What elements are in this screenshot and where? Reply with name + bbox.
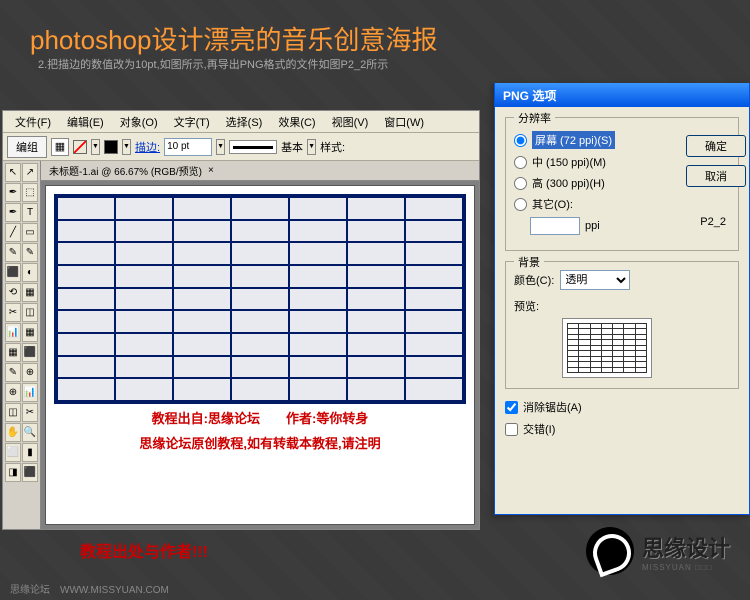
eraser-tool[interactable]: ◐ (22, 263, 38, 282)
document-tab-title: 未标题-1.ai @ 66.67% (RGB/预览) (49, 163, 202, 178)
type-tool[interactable]: T (22, 203, 38, 222)
credit-line-2: 思缘论坛原创教程,如有转载本教程,请注明 (54, 433, 466, 452)
stroke-weight-input[interactable] (164, 138, 212, 156)
hand-tool[interactable]: ✋ (5, 423, 21, 442)
close-tab-icon[interactable]: × (208, 165, 214, 176)
preview-box (562, 318, 652, 378)
resolution-screen-label: 屏幕 (72 ppi)(S) (532, 131, 615, 149)
selection-tool[interactable]: ↖ (5, 163, 21, 182)
lasso-tool[interactable]: ⬚ (22, 183, 38, 202)
cancel-button[interactable]: 取消 (686, 165, 746, 187)
brand-logo: 思缘设计 MISSYUAN □□□ (586, 527, 730, 575)
fill-dropdown-icon[interactable]: ▼ (91, 139, 100, 155)
scale-tool[interactable]: ▦ (22, 283, 38, 302)
color-select[interactable]: 透明 (560, 270, 630, 290)
stroke-profile-preview[interactable] (229, 140, 277, 154)
footer-text: 思缘论坛 WWW.MISSYUAN.COM (10, 581, 169, 596)
shape-builder-tool[interactable]: 📊 (5, 323, 21, 342)
grid-artwork (54, 194, 466, 404)
blob-brush-tool[interactable]: ⬛ (5, 263, 21, 282)
background-legend: 背景 (514, 254, 544, 270)
fill-none-swatch[interactable] (73, 140, 87, 154)
magic-wand-tool[interactable]: ✒ (5, 183, 21, 202)
menu-window[interactable]: 窗口(W) (376, 112, 432, 132)
edit-group-label[interactable]: 编组 (7, 136, 47, 158)
menu-view[interactable]: 视图(V) (324, 112, 377, 132)
dialog-title: PNG 选项 (495, 83, 749, 107)
resolution-medium-label: 中 (150 ppi)(M) (532, 154, 606, 170)
rectangle-tool[interactable]: ▭ (22, 223, 38, 242)
symbol-sprayer-tool[interactable]: ⊕ (5, 383, 21, 402)
document-tab[interactable]: 未标题-1.ai @ 66.67% (RGB/预览) × (41, 161, 479, 181)
screen-mode[interactable]: ⬛ (22, 463, 38, 482)
page-subtitle: 2.把描边的数值改为10pt,如图所示,再导出PNG格式的文件如图P2_2所示 (38, 56, 388, 72)
fill-indicator[interactable]: ⬜ (5, 443, 21, 462)
preview-label: 预览: (514, 298, 730, 314)
resolution-high-radio[interactable] (514, 177, 527, 190)
stroke-indicator[interactable]: ▮ (22, 443, 38, 462)
interlaced-label: 交错(I) (523, 421, 555, 437)
column-graph-tool[interactable]: 📊 (22, 383, 38, 402)
style-label: 样式: (320, 139, 345, 155)
logo-text: 思缘设计 (642, 531, 730, 563)
resolution-medium-radio[interactable] (514, 156, 527, 169)
rotate-tool[interactable]: ⟲ (5, 283, 21, 302)
antialias-checkbox[interactable] (505, 401, 518, 414)
credit-line-1: 教程出自:思缘论坛 作者:等你转身 (54, 408, 466, 427)
menu-effect[interactable]: 效果(C) (270, 112, 323, 132)
resolution-other-label: 其它(O): (532, 196, 573, 212)
blend-tool[interactable]: ⊕ (22, 363, 38, 382)
pen-tool[interactable]: ✒ (5, 203, 21, 222)
credit-line-3: 教程出处与作者!!! (80, 538, 208, 562)
stroke-dropdown-icon[interactable]: ▼ (122, 139, 131, 155)
ok-button[interactable]: 确定 (686, 135, 746, 157)
gradient-tool[interactable]: ⬛ (22, 343, 38, 362)
canvas[interactable]: 教程出自:思缘论坛 作者:等你转身 思缘论坛原创教程,如有转载本教程,请注明 (45, 185, 475, 525)
pencil-tool[interactable]: ✎ (22, 243, 38, 262)
stroke-black-swatch[interactable] (104, 140, 118, 154)
eyedropper-tool[interactable]: ✎ (5, 363, 21, 382)
background-fieldset: 背景 颜色(C): 透明 预览: (505, 261, 739, 389)
menu-type[interactable]: 文字(T) (166, 112, 218, 132)
free-transform-tool[interactable]: ◫ (22, 303, 38, 322)
edit-contents-icon[interactable]: ▦ (51, 138, 69, 156)
perspective-tool[interactable]: ▦ (22, 323, 38, 342)
color-label: 颜色(C): (514, 272, 554, 288)
illustrator-window: 文件(F) 编辑(E) 对象(O) 文字(T) 选择(S) 效果(C) 视图(V… (2, 110, 480, 530)
paintbrush-tool[interactable]: ✎ (5, 243, 21, 262)
color-mode[interactable]: ◨ (5, 463, 21, 482)
label-p22: P2_2 (700, 216, 726, 228)
ppi-suffix: ppi (585, 220, 600, 232)
menu-select[interactable]: 选择(S) (218, 112, 271, 132)
mesh-tool[interactable]: ▦ (5, 343, 21, 362)
tool-panel: ↖ ↗ ✒ ⬚ ✒ T ╱ ▭ ✎ ✎ ⬛ ◐ ⟲ ▦ ✂ ◫ 📊 ▦ ▦ ⬛ … (3, 161, 41, 529)
menu-edit[interactable]: 编辑(E) (59, 112, 112, 132)
antialias-label: 消除锯齿(A) (523, 399, 582, 415)
width-tool[interactable]: ✂ (5, 303, 21, 322)
slice-tool[interactable]: ✂ (22, 403, 38, 422)
resolution-legend: 分辨率 (514, 110, 555, 126)
basic-label: 基本 (281, 139, 303, 155)
direct-selection-tool[interactable]: ↗ (22, 163, 38, 182)
stroke-label[interactable]: 描边: (135, 139, 160, 155)
stroke-weight-stepper-icon[interactable]: ▼ (216, 139, 225, 155)
line-tool[interactable]: ╱ (5, 223, 21, 242)
resolution-high-label: 高 (300 ppi)(H) (532, 175, 605, 191)
resolution-other-radio[interactable] (514, 198, 527, 211)
menu-object[interactable]: 对象(O) (112, 112, 166, 132)
artboard-tool[interactable]: ◫ (5, 403, 21, 422)
options-bar: 编组 ▦ ▼ ▼ 描边: ▼ 基本 ▼ 样式: (3, 133, 479, 161)
brush-dropdown-icon[interactable]: ▼ (307, 139, 316, 155)
zoom-tool[interactable]: 🔍 (22, 423, 38, 442)
page-title: photoshop设计漂亮的音乐创意海报 (30, 20, 437, 57)
logo-mark-icon (586, 527, 634, 575)
logo-subtext: MISSYUAN □□□ (642, 563, 730, 572)
resolution-screen-radio[interactable] (514, 134, 527, 147)
menu-bar: 文件(F) 编辑(E) 对象(O) 文字(T) 选择(S) 效果(C) 视图(V… (3, 111, 479, 133)
menu-file[interactable]: 文件(F) (7, 112, 59, 132)
interlaced-checkbox[interactable] (505, 423, 518, 436)
resolution-other-input[interactable] (530, 217, 580, 235)
